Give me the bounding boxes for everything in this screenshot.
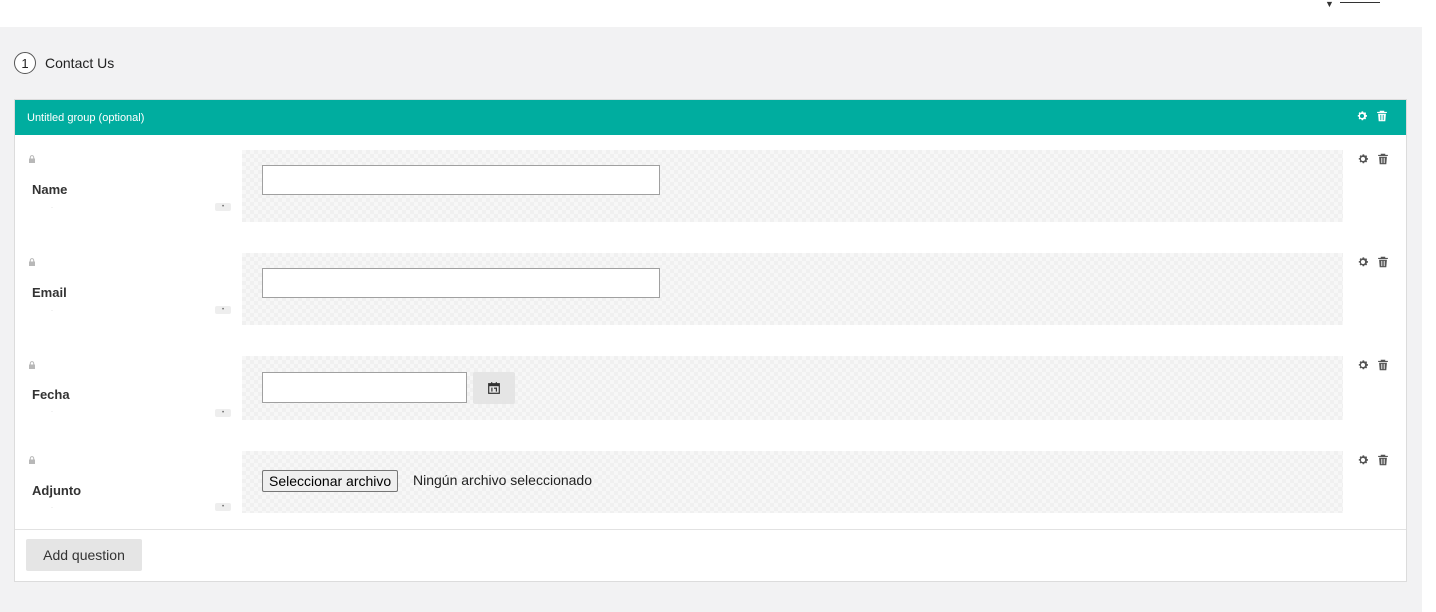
question-group: Untitled group (optional) Name · • Email… bbox=[14, 99, 1407, 582]
date-field[interactable] bbox=[262, 372, 467, 403]
gear-icon[interactable] bbox=[1357, 359, 1369, 371]
trash-icon[interactable] bbox=[1377, 454, 1389, 466]
email-field[interactable] bbox=[262, 268, 660, 298]
mandatory-badge: • bbox=[215, 203, 231, 211]
name-field[interactable] bbox=[262, 165, 660, 195]
group-tools bbox=[1356, 110, 1388, 122]
question-label: Fecha bbox=[32, 387, 70, 402]
trash-icon[interactable] bbox=[1377, 256, 1389, 268]
gear-icon[interactable] bbox=[1356, 110, 1368, 122]
add-question-button[interactable]: Add question bbox=[26, 539, 142, 571]
question-row: Adjunto · • Seleccionar archivo Ningún a… bbox=[15, 436, 1406, 530]
gear-icon[interactable] bbox=[1357, 256, 1369, 268]
group-title: Untitled group (optional) bbox=[27, 111, 145, 124]
calendar-icon bbox=[488, 382, 500, 394]
file-status: Ningún archivo seleccionado bbox=[413, 472, 592, 488]
question-tools bbox=[1357, 153, 1389, 165]
question-label: Name bbox=[32, 182, 68, 197]
step-title: Contact Us bbox=[45, 55, 115, 71]
question-tools bbox=[1357, 256, 1389, 268]
gear-icon[interactable] bbox=[1357, 153, 1369, 165]
answer-area bbox=[242, 150, 1343, 222]
top-bar: ▼ bbox=[0, 0, 1436, 27]
survey-step: 1 Contact Us bbox=[14, 51, 114, 75]
gear-icon[interactable] bbox=[1357, 454, 1369, 466]
mandatory-badge: • bbox=[215, 503, 231, 511]
trash-icon[interactable] bbox=[1377, 359, 1389, 371]
lock-icon bbox=[29, 258, 35, 266]
calendar-button[interactable] bbox=[473, 372, 515, 404]
trash-icon[interactable] bbox=[1376, 110, 1388, 122]
answer-area bbox=[242, 356, 1343, 420]
question-code: · bbox=[51, 409, 53, 415]
mandatory-badge: • bbox=[215, 409, 231, 417]
step-number-badge: 1 bbox=[14, 52, 36, 74]
mandatory-badge: • bbox=[215, 306, 231, 314]
top-link[interactable] bbox=[1340, 0, 1380, 3]
choose-file-button[interactable]: Seleccionar archivo bbox=[262, 470, 399, 492]
caret-down-icon[interactable]: ▼ bbox=[1325, 0, 1334, 9]
question-code: · bbox=[51, 205, 53, 211]
question-row: Fecha · • bbox=[15, 341, 1406, 437]
lock-icon bbox=[29, 456, 35, 464]
lock-icon bbox=[29, 155, 35, 163]
question-code: · bbox=[51, 505, 53, 511]
question-row: Name · • bbox=[15, 135, 1406, 239]
answer-area: Seleccionar archivo Ningún archivo selec… bbox=[242, 451, 1343, 513]
question-code: · bbox=[51, 308, 53, 314]
question-tools bbox=[1357, 359, 1389, 371]
answer-area bbox=[242, 253, 1343, 325]
question-label: Adjunto bbox=[32, 483, 82, 498]
lock-icon bbox=[29, 361, 35, 369]
question-label: Email bbox=[32, 285, 67, 300]
group-header[interactable]: Untitled group (optional) bbox=[15, 100, 1406, 135]
trash-icon[interactable] bbox=[1377, 153, 1389, 165]
question-row: Email · • bbox=[15, 238, 1406, 342]
question-tools bbox=[1357, 454, 1389, 466]
